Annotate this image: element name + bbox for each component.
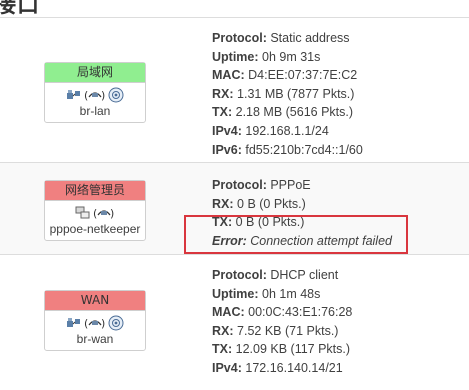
status-line: Protocol: DHCP client	[212, 268, 339, 282]
error-highlight-box	[184, 215, 408, 254]
status-line: TX: 2.18 MB (5616 Pkts.)	[212, 105, 354, 120]
status-line: MAC: 00:0C:43:E1:76:28	[212, 305, 353, 320]
wifi-icon	[108, 87, 124, 103]
tunnel-icon	[75, 206, 91, 220]
interface-icons: ()	[45, 204, 145, 222]
svg-text:(: (	[93, 207, 97, 220]
interface-badge-pppoe[interactable]: 网络管理员 () pppoe-netkeeper	[44, 180, 146, 241]
svg-text:): )	[101, 317, 105, 330]
interface-badge-lan[interactable]: 局域网 () br-lan	[44, 62, 146, 123]
interface-row-lan: 局域网 () br-lan Protocol: Static address U…	[0, 17, 469, 163]
bridge-icon: ()	[84, 88, 106, 102]
bridge-icon: ()	[93, 206, 115, 220]
interface-name: 局域网	[45, 63, 145, 83]
status-line: RX: 1.31 MB (7877 Pkts.)	[212, 86, 355, 101]
status-line: IPv6: fd55:210b:7cd4::1/60	[212, 142, 363, 157]
svg-text:): )	[110, 207, 114, 220]
status-line: RX: 0 B (0 Pkts.)	[212, 196, 306, 211]
svg-text:(: (	[84, 89, 88, 102]
wifi-icon	[108, 315, 124, 331]
status-line: Uptime: 0h 1m 48s	[212, 286, 321, 301]
interface-device: pppoe-netkeeper	[49, 222, 141, 236]
bridge-icon: ()	[84, 316, 106, 330]
interface-icons: ()	[45, 86, 145, 104]
status-line: Protocol: Static address	[212, 31, 350, 45]
interface-name: 网络管理员	[45, 181, 145, 201]
svg-text:(: (	[84, 317, 88, 330]
ethernet-port-icon	[66, 88, 82, 102]
interface-status: Protocol: Static address Uptime: 0h 9m 3…	[212, 29, 363, 159]
status-line: Uptime: 0h 9m 31s	[212, 49, 321, 64]
interfaces-page: 接口 局域网 () br-lan Protocol: Static addres…	[0, 0, 469, 390]
status-line: IPv4: 192.168.1.1/24	[212, 123, 329, 138]
svg-text:): )	[101, 89, 105, 102]
interface-row-wan: WAN () br-wan Protocol: DHCP client Upti…	[0, 254, 469, 390]
interface-icons: ()	[45, 314, 145, 332]
interface-device: br-wan	[76, 332, 114, 346]
status-line: TX: 12.09 KB (117 Pkts.)	[212, 342, 351, 357]
status-line: IPv4: 172.16.140.14/21	[212, 360, 343, 375]
status-line: RX: 7.52 KB (71 Pkts.)	[212, 323, 339, 338]
interface-device: br-lan	[79, 104, 111, 118]
status-line: Protocol: PPPoE	[212, 178, 311, 192]
interface-name: WAN	[45, 291, 145, 311]
status-line: MAC: D4:EE:07:37:7E:C2	[212, 68, 358, 83]
interface-badge-wan[interactable]: WAN () br-wan	[44, 290, 146, 351]
ethernet-port-icon	[66, 316, 82, 330]
interface-status: Protocol: DHCP client Uptime: 0h 1m 48s …	[212, 266, 352, 378]
